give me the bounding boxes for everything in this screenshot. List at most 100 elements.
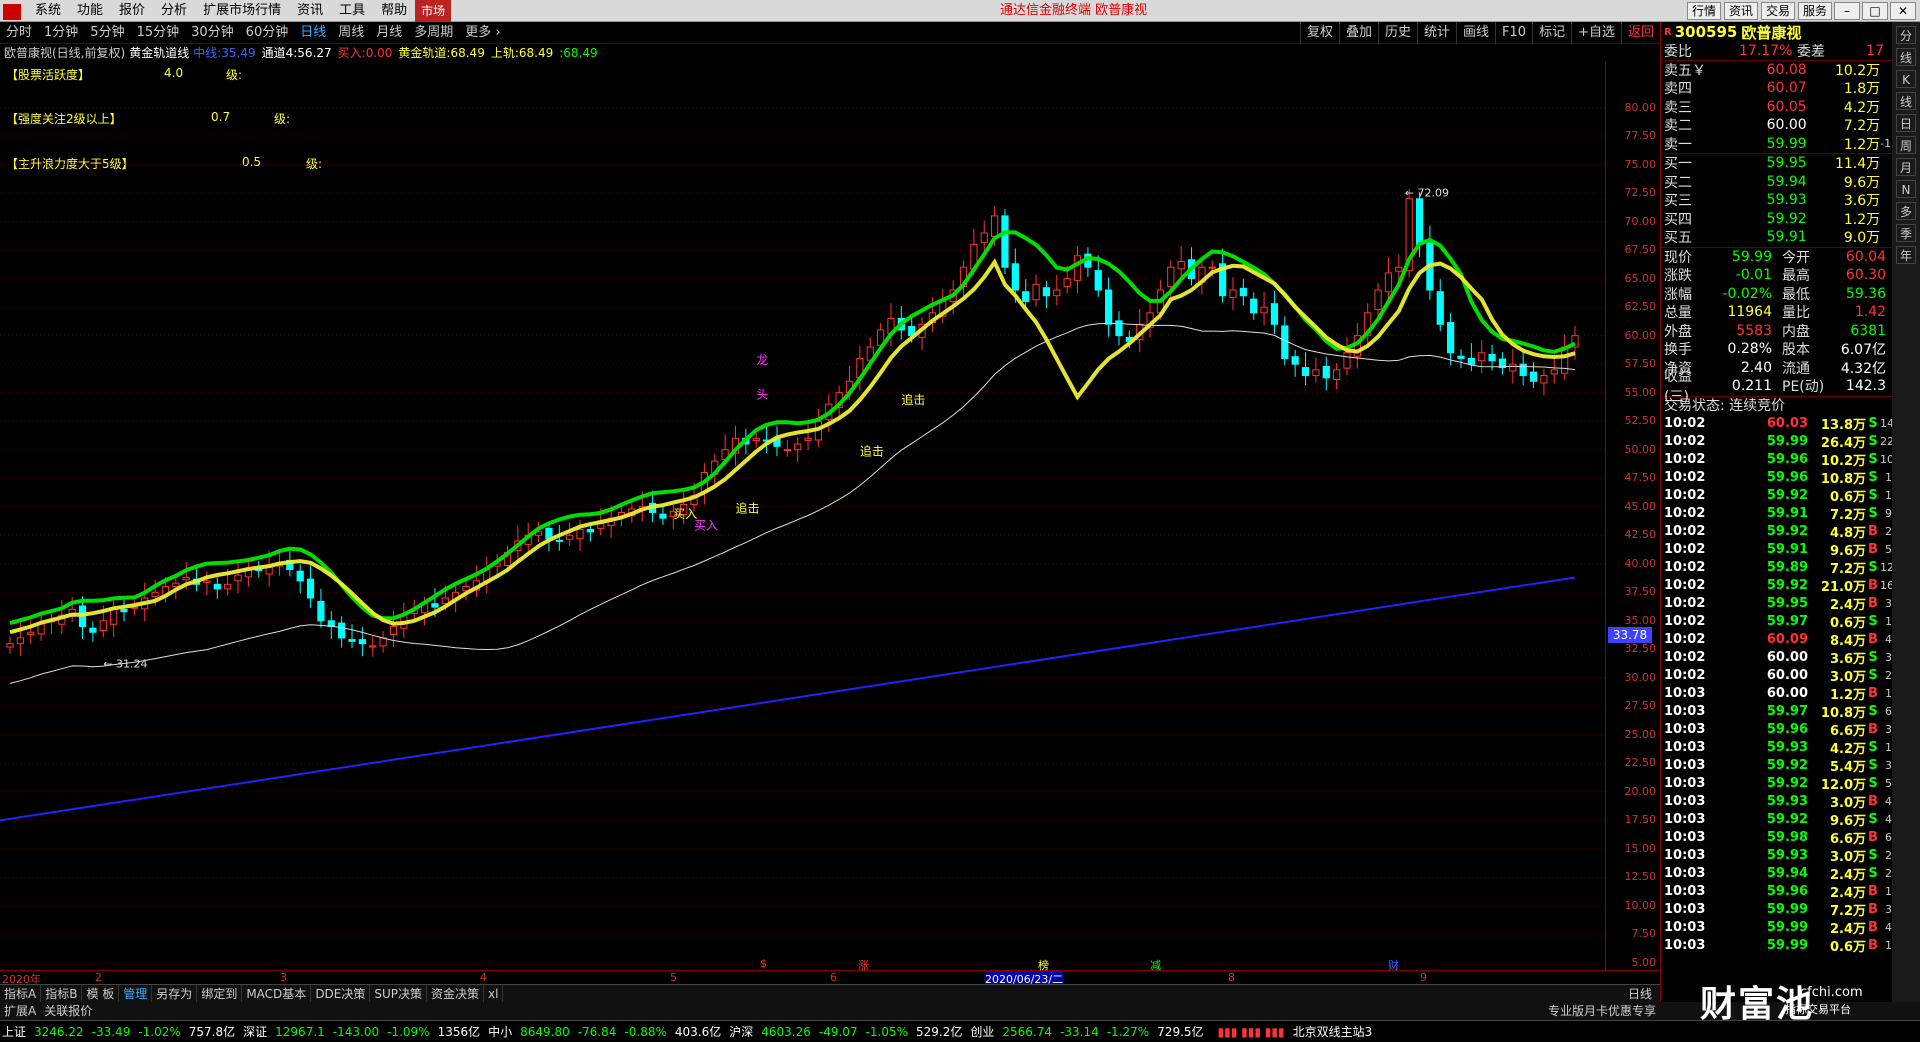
index-amount: 403.6亿 (674, 1024, 722, 1039)
tab-indicator-b[interactable]: 指标B (41, 984, 83, 1003)
adjust-button[interactable]: 复权 (1299, 22, 1339, 44)
add-watchlist-button[interactable]: +自选 (1571, 22, 1621, 44)
sidebar-button[interactable]: 周 (1896, 136, 1916, 154)
candle (1260, 306, 1268, 314)
trade-button[interactable]: 交易 (1760, 2, 1795, 20)
buy-value: 0.00 (365, 46, 393, 60)
history-button[interactable]: 历史 (1377, 22, 1417, 44)
candle (6, 643, 14, 648)
sidebar-button[interactable]: K (1896, 70, 1916, 88)
candle (1177, 261, 1185, 270)
event-mark[interactable]: 涨 (858, 957, 869, 973)
news-button[interactable]: 资讯 (1723, 2, 1758, 20)
tab-sup[interactable]: SUP决策 (370, 984, 428, 1003)
menu-news[interactable]: 资讯 (289, 0, 331, 22)
ext-a-button[interactable]: 扩展A (0, 1002, 40, 1020)
candle (1457, 355, 1465, 359)
draw-button[interactable]: 画线 (1456, 22, 1495, 44)
low-price-label: ← 31.24 (103, 658, 147, 671)
period-tab[interactable]: 周线 (332, 22, 370, 44)
tab-macd[interactable]: MACD基本 (242, 984, 312, 1003)
period-tab-daily[interactable]: 日线 (294, 22, 332, 44)
period-tab[interactable]: 月线 (370, 22, 408, 44)
sidebar-button[interactable]: 月 (1896, 158, 1916, 176)
f10-button[interactable]: F10 (1495, 22, 1532, 44)
ch4-value: 56.27 (297, 46, 332, 60)
mark-button[interactable]: 标记 (1532, 22, 1571, 44)
tick-row: 10:03 59.99 7.2万 B 3 (1664, 901, 1892, 919)
menu-analysis[interactable]: 分析 (153, 0, 195, 22)
period-tab[interactable]: 1分钟 (38, 22, 84, 44)
period-tab[interactable]: 60分钟 (240, 22, 295, 44)
sidebar-button[interactable]: 分 (1896, 26, 1916, 44)
maximize-icon[interactable]: □ (1862, 2, 1888, 20)
tab-xl[interactable]: xl (484, 984, 504, 1003)
index-change: -143.00 (332, 1024, 380, 1039)
menu-quote[interactable]: 报价 (111, 0, 153, 22)
sell-order-row: 卖三 60.05 4.2万 (1664, 98, 1881, 116)
minimize-icon[interactable]: – (1834, 2, 1860, 20)
sidebar-button[interactable]: 季 (1896, 224, 1916, 242)
tab-template[interactable]: 模 板 (82, 984, 120, 1003)
candle (1250, 298, 1258, 314)
sidebar-button[interactable]: 多 (1896, 202, 1916, 220)
menu-tools[interactable]: 工具 (331, 0, 373, 22)
menu-function[interactable]: 功能 (69, 0, 111, 22)
bid-ratio-row: 委比 17.17% 委差 17 (1661, 42, 1892, 61)
promo-link[interactable]: 专业版月卡优惠专享 (1548, 1002, 1656, 1020)
menu-system[interactable]: 系统 (27, 0, 69, 22)
y-tick-label: 45.00 (1624, 499, 1657, 513)
period-tab[interactable]: 分时 (0, 22, 38, 44)
related-quote-button[interactable]: 关联报价 (40, 1002, 96, 1020)
tick-list: 10:02 60.03 13.8万 S 14 10:02 59.99 26.4万 S 22 10:0… (1661, 414, 1894, 955)
sidebar-button[interactable]: 线 (1896, 48, 1916, 66)
event-mark[interactable]: 财 (1388, 957, 1399, 973)
quote-button[interactable]: 行情 (1686, 2, 1721, 20)
index-pct: -1.05% (865, 1024, 909, 1039)
sidebar-button[interactable]: 日 (1896, 114, 1916, 132)
candle (348, 639, 356, 642)
menu-ext-market[interactable]: 扩展市场行情 (195, 0, 289, 22)
period-tab[interactable]: 30分钟 (185, 22, 240, 44)
back-button[interactable]: 返回 (1620, 22, 1660, 44)
tick-row: 10:03 59.92 12.0万 S 5 (1664, 775, 1892, 793)
menu-help[interactable]: 帮助 (373, 0, 415, 22)
event-mark[interactable]: $ (760, 957, 767, 970)
candle (1415, 198, 1424, 245)
tick-row: 10:03 59.93 4.2万 S 1 (1664, 739, 1892, 757)
period-tab[interactable]: 多周期 (408, 22, 459, 44)
tick-row: 10:03 59.93 3.0万 S 2 (1664, 847, 1892, 865)
sidebar-button[interactable]: N (1896, 180, 1916, 198)
overlay-button[interactable]: 叠加 (1338, 22, 1378, 44)
tick-row: 10:03 59.98 6.6万 B 6 (1664, 829, 1892, 847)
tab-dde[interactable]: DDE决策 (311, 984, 371, 1003)
index-value: 8649.80 (520, 1024, 570, 1039)
quote-panel: R 300595 欧普康视 委比 17.17% 委差 17 卖五￥ 60.08 10.2万… (1660, 22, 1894, 1002)
market-button[interactable]: 市场 (415, 0, 452, 22)
index-change: -49.07 (818, 1024, 858, 1039)
event-mark[interactable]: 减 (1150, 957, 1161, 973)
tab-indicator-a[interactable]: 指标A (0, 984, 42, 1003)
tab-manage[interactable]: 管理 (119, 984, 153, 1003)
service-button[interactable]: 服务 (1797, 2, 1832, 20)
kline-chart[interactable]: 龙头 追击追击追击买入买入← 72.09← 31.24 (0, 62, 1605, 970)
sidebar-button[interactable]: 年 (1896, 246, 1916, 264)
period-tab[interactable]: 5分钟 (84, 22, 130, 44)
index-pct: -1.02% (138, 1024, 181, 1039)
stats-button[interactable]: 统计 (1417, 22, 1456, 44)
close-icon[interactable]: ✕ (1890, 2, 1916, 20)
buy-order-row: 买一 59.95 11.4万 (1664, 155, 1881, 173)
candle (1529, 371, 1538, 382)
tab-fund[interactable]: 资金决策 (427, 984, 485, 1003)
sidebar-button[interactable]: 线 (1896, 92, 1916, 110)
y-tick-label: 5.00 (1631, 956, 1657, 969)
y-tick-label: 25.00 (1624, 727, 1657, 741)
candle (597, 523, 605, 529)
period-tab-more[interactable]: 更多 › (459, 22, 506, 44)
period-tab[interactable]: 15分钟 (131, 22, 186, 44)
extra-value: :68.49 (559, 46, 598, 60)
indicator-name[interactable]: 黄金轨道线 (129, 44, 193, 62)
tab-bind[interactable]: 绑定到 (197, 984, 243, 1003)
event-mark[interactable]: 榜 (1038, 957, 1049, 973)
tab-save-as[interactable]: 另存为 (152, 984, 198, 1003)
